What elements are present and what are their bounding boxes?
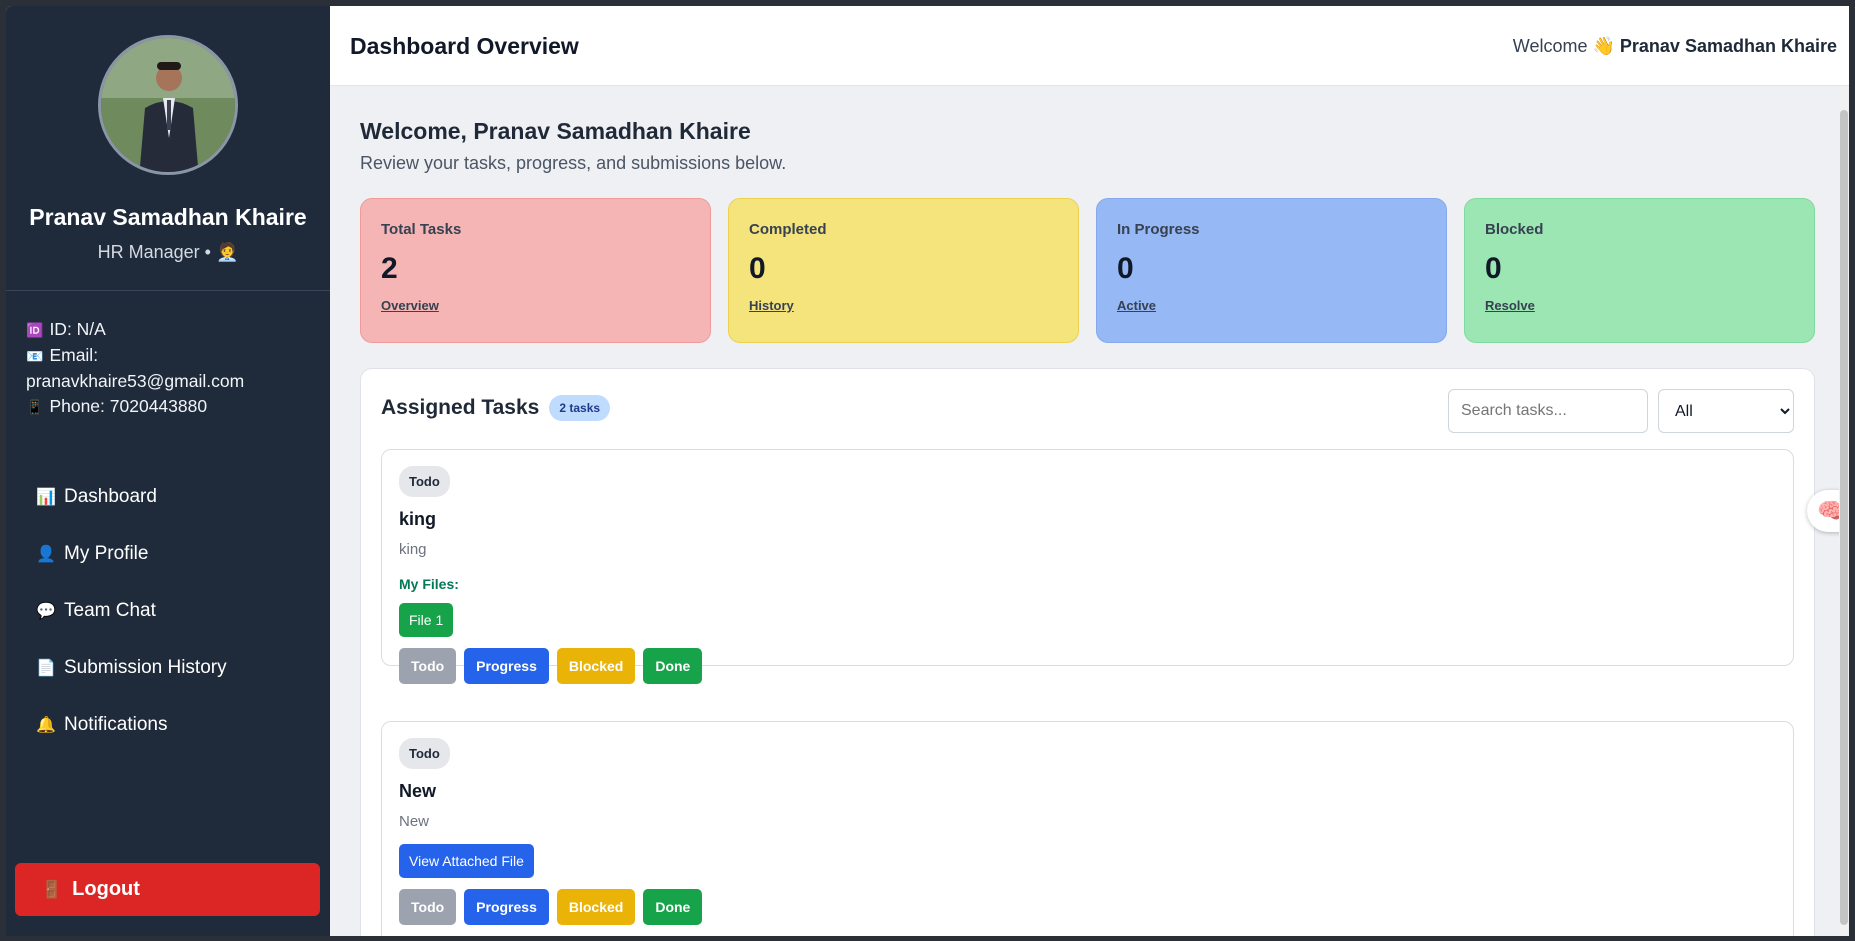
stat-value: 0 bbox=[1485, 252, 1502, 285]
profile-info: 🆔 ID: N/A 📧 Email: pranavkhaire53@gmail.co… bbox=[26, 317, 244, 420]
sidebar: Pranav Samadhan Khaire HR Manager • 🧑‍💼 … bbox=[6, 6, 330, 936]
stat-link-active[interactable]: Active bbox=[1117, 298, 1156, 313]
task-description: king bbox=[399, 541, 427, 558]
sidebar-item-my-profile[interactable]: 👤 My Profile bbox=[36, 525, 227, 582]
sidebar-divider bbox=[6, 290, 330, 291]
profile-name: Pranav Samadhan Khaire bbox=[29, 204, 307, 230]
main-area: Dashboard Overview Welcome 👋 Pranav Sama… bbox=[330, 6, 1849, 936]
sidebar-item-label: My Profile bbox=[64, 542, 149, 564]
document-icon: 📄 bbox=[36, 659, 56, 677]
task-card: Todo king king My Files: File 1 Todo Pro… bbox=[381, 449, 1794, 684]
stat-label: Blocked bbox=[1485, 221, 1544, 238]
stat-value: 0 bbox=[749, 252, 766, 285]
user-icon: 👤 bbox=[36, 545, 56, 563]
status-filter-select[interactable]: All bbox=[1658, 389, 1794, 433]
id-icon: 🆔 bbox=[26, 322, 44, 338]
sidebar-item-label: Team Chat bbox=[64, 599, 156, 621]
tasks-title: Assigned Tasks bbox=[381, 396, 540, 419]
file-1-button[interactable]: File 1 bbox=[399, 603, 454, 637]
stat-card-in-progress: In Progress 0 Active bbox=[1096, 198, 1447, 343]
stats-row: Total Tasks 2 Overview Completed 0 Histo… bbox=[360, 198, 1815, 343]
profile-email-row: 📧 Email: bbox=[26, 343, 244, 369]
stat-card-blocked: Blocked 0 Resolve bbox=[1464, 198, 1815, 343]
set-blocked-button[interactable]: Blocked bbox=[556, 648, 636, 684]
header-user-name: Pranav Samadhan Khaire bbox=[1619, 36, 1837, 56]
set-todo-button[interactable]: Todo bbox=[399, 889, 457, 925]
sidebar-item-label: Notifications bbox=[64, 713, 168, 735]
sidebar-item-team-chat[interactable]: 💬 Team Chat bbox=[36, 582, 227, 639]
task-card: Todo New New View Attached File Todo Pro… bbox=[381, 721, 1794, 936]
search-tasks-input[interactable] bbox=[1448, 389, 1648, 433]
task-status-badge: Todo bbox=[399, 466, 450, 497]
stat-link-resolve[interactable]: Resolve bbox=[1485, 298, 1535, 313]
sidebar-item-label: Dashboard bbox=[64, 485, 157, 507]
email-icon: 📧 bbox=[26, 348, 44, 364]
tasks-header: Assigned Tasks 2 tasks bbox=[381, 395, 611, 421]
set-blocked-button[interactable]: Blocked bbox=[556, 889, 636, 925]
stat-link-overview[interactable]: Overview bbox=[381, 298, 439, 313]
sidebar-item-dashboard[interactable]: 📊 Dashboard bbox=[36, 468, 227, 525]
bell-icon: 🔔 bbox=[36, 716, 56, 734]
set-progress-button[interactable]: Progress bbox=[464, 648, 549, 684]
stat-card-completed: Completed 0 History bbox=[728, 198, 1079, 343]
profile-email-label: Email: bbox=[49, 345, 99, 365]
top-bar: Dashboard Overview Welcome 👋 Pranav Sama… bbox=[330, 6, 1849, 86]
sidebar-item-submission-history[interactable]: 📄 Submission History bbox=[36, 639, 227, 696]
profile-email: pranavkhaire53@gmail.com bbox=[26, 371, 245, 391]
assigned-tasks-panel: Assigned Tasks 2 tasks All Todo king kin… bbox=[360, 368, 1815, 936]
set-todo-button[interactable]: Todo bbox=[399, 648, 457, 684]
welcome-title: Welcome, Pranav Samadhan Khaire bbox=[360, 118, 751, 144]
logout-button[interactable]: 🚪 Logout bbox=[15, 863, 320, 916]
page-title: Dashboard Overview bbox=[350, 33, 579, 59]
sidebar-item-notifications[interactable]: 🔔 Notifications bbox=[36, 696, 227, 753]
scrollbar-thumb[interactable] bbox=[1840, 110, 1848, 925]
stat-value: 2 bbox=[381, 252, 398, 285]
phone-icon: 📱 bbox=[26, 399, 44, 415]
task-status-badge: Todo bbox=[399, 738, 450, 769]
app-window: Pranav Samadhan Khaire HR Manager • 🧑‍💼 … bbox=[6, 6, 1849, 936]
door-icon: 🚪 bbox=[41, 879, 63, 899]
avatar-photo-icon bbox=[101, 38, 235, 172]
task-actions: Todo Progress Blocked Done bbox=[399, 648, 1776, 684]
avatar bbox=[98, 35, 238, 175]
task-count-badge: 2 tasks bbox=[549, 395, 611, 421]
stat-card-total: Total Tasks 2 Overview bbox=[360, 198, 711, 343]
profile-phone: Phone: 7020443880 bbox=[49, 396, 208, 416]
sidebar-item-label: Submission History bbox=[64, 656, 227, 678]
set-done-button[interactable]: Done bbox=[643, 648, 703, 684]
stat-label: Total Tasks bbox=[381, 221, 462, 238]
task-title: New bbox=[399, 781, 437, 801]
stat-label: In Progress bbox=[1117, 221, 1200, 238]
stat-label: Completed bbox=[749, 221, 827, 238]
dashboard-content: Welcome, Pranav Samadhan Khaire Review y… bbox=[360, 118, 1815, 936]
view-attached-file-button[interactable]: View Attached File bbox=[399, 844, 534, 878]
task-actions: Todo Progress Blocked Done bbox=[399, 889, 1776, 925]
profile-id-row: 🆔 ID: N/A bbox=[26, 317, 244, 343]
set-progress-button[interactable]: Progress bbox=[464, 889, 549, 925]
scrollbar[interactable] bbox=[1839, 86, 1849, 936]
stat-link-history[interactable]: History bbox=[749, 298, 794, 313]
task-description: New bbox=[399, 813, 430, 830]
welcome-subtitle: Review your tasks, progress, and submiss… bbox=[360, 153, 787, 173]
logout-label: Logout bbox=[72, 878, 140, 900]
header-welcome: Welcome 👋 Pranav Samadhan Khaire bbox=[1513, 36, 1837, 57]
stat-value: 0 bbox=[1117, 252, 1134, 285]
set-done-button[interactable]: Done bbox=[643, 889, 703, 925]
header-welcome-prefix: Welcome 👋 bbox=[1512, 36, 1615, 56]
task-title: king bbox=[399, 509, 437, 529]
sidebar-nav: 📊 Dashboard 👤 My Profile 💬 Team Chat 📄 Submi… bbox=[36, 468, 227, 753]
chart-icon: 📊 bbox=[36, 488, 56, 506]
profile-id: ID: N/A bbox=[49, 319, 106, 339]
profile-phone-row: 📱 Phone: 7020443880 bbox=[26, 394, 244, 420]
chat-icon: 💬 bbox=[36, 602, 56, 620]
profile-role: HR Manager • 🧑‍💼 bbox=[97, 242, 239, 262]
my-files-label: My Files: bbox=[399, 576, 459, 592]
